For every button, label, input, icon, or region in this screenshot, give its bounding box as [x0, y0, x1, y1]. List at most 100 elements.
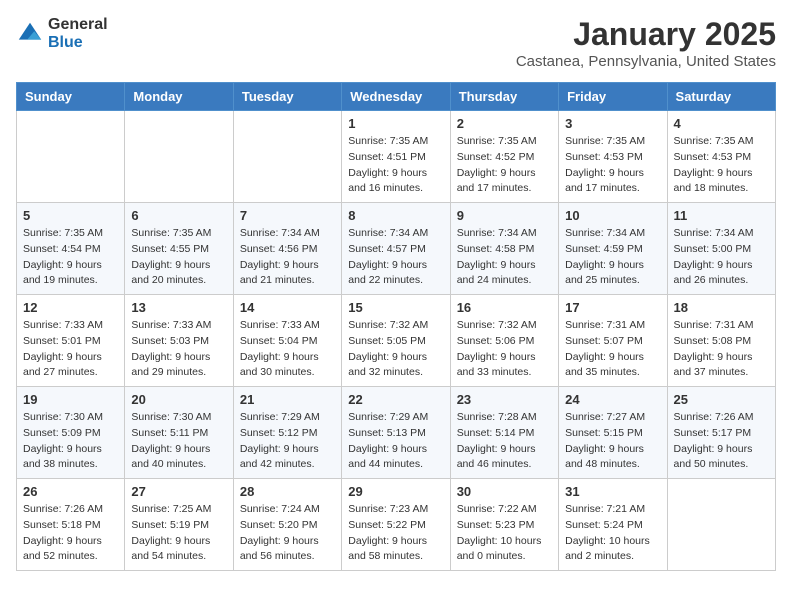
day-info: Sunrise: 7:34 AM Sunset: 4:56 PM Dayligh… — [240, 226, 335, 289]
column-header-friday: Friday — [559, 83, 667, 111]
calendar-week-row: 19 Sunrise: 7:30 AM Sunset: 5:09 PM Dayli… — [17, 387, 776, 479]
day-number: 4 — [674, 116, 769, 131]
day-number: 15 — [348, 300, 443, 315]
day-info: Sunrise: 7:28 AM Sunset: 5:14 PM Dayligh… — [457, 410, 552, 473]
calendar-cell: 27 Sunrise: 7:25 AM Sunset: 5:19 PM Dayli… — [125, 479, 233, 571]
calendar-cell: 11 Sunrise: 7:34 AM Sunset: 5:00 PM Dayli… — [667, 203, 775, 295]
day-number: 26 — [23, 484, 118, 499]
day-number: 8 — [348, 208, 443, 223]
day-number: 20 — [131, 392, 226, 407]
day-number: 14 — [240, 300, 335, 315]
page-header: General Blue January 2025 Castanea, Penn… — [16, 16, 776, 70]
calendar-cell: 8Sunrise: 7:34 AM Sunset: 4:57 PM Daylig… — [342, 203, 450, 295]
day-info: Sunrise: 7:24 AM Sunset: 5:20 PM Dayligh… — [240, 502, 335, 565]
day-number: 3 — [565, 116, 660, 131]
day-info: Sunrise: 7:29 AM Sunset: 5:13 PM Dayligh… — [348, 410, 443, 473]
day-info: Sunrise: 7:33 AM Sunset: 5:04 PM Dayligh… — [240, 318, 335, 381]
day-number: 6 — [131, 208, 226, 223]
day-info: Sunrise: 7:34 AM Sunset: 4:59 PM Dayligh… — [565, 226, 660, 289]
calendar-cell: 10Sunrise: 7:34 AM Sunset: 4:59 PM Dayli… — [559, 203, 667, 295]
calendar-cell: 23 Sunrise: 7:28 AM Sunset: 5:14 PM Dayli… — [450, 387, 558, 479]
day-info: Sunrise: 7:35 AM Sunset: 4:54 PM Dayligh… — [23, 226, 118, 289]
calendar-header-row: SundayMondayTuesdayWednesdayThursdayFrid… — [17, 83, 776, 111]
column-header-sunday: Sunday — [17, 83, 125, 111]
calendar-cell: 4 Sunrise: 7:35 AM Sunset: 4:53 PM Daylig… — [667, 111, 775, 203]
day-number: 16 — [457, 300, 552, 315]
day-info: Sunrise: 7:26 AM Sunset: 5:17 PM Dayligh… — [674, 410, 769, 473]
calendar-week-row: 26 Sunrise: 7:26 AM Sunset: 5:18 PM Dayli… — [17, 479, 776, 571]
day-info: Sunrise: 7:30 AM Sunset: 5:11 PM Dayligh… — [131, 410, 226, 473]
day-number: 13 — [131, 300, 226, 315]
logo: General Blue — [16, 16, 108, 51]
day-number: 18 — [674, 300, 769, 315]
day-info: Sunrise: 7:27 AM Sunset: 5:15 PM Dayligh… — [565, 410, 660, 473]
calendar-cell — [125, 111, 233, 203]
logo-text: General Blue — [48, 16, 108, 51]
calendar-cell: 20 Sunrise: 7:30 AM Sunset: 5:11 PM Dayli… — [125, 387, 233, 479]
day-number: 28 — [240, 484, 335, 499]
day-number: 27 — [131, 484, 226, 499]
calendar-cell: 12Sunrise: 7:33 AM Sunset: 5:01 PM Dayli… — [17, 295, 125, 387]
day-number: 22 — [348, 392, 443, 407]
day-number: 11 — [674, 208, 769, 223]
calendar-cell: 2Sunrise: 7:35 AM Sunset: 4:52 PM Daylig… — [450, 111, 558, 203]
day-info: Sunrise: 7:34 AM Sunset: 5:00 PM Dayligh… — [674, 226, 769, 289]
day-info: Sunrise: 7:30 AM Sunset: 5:09 PM Dayligh… — [23, 410, 118, 473]
column-header-thursday: Thursday — [450, 83, 558, 111]
calendar-cell: 29 Sunrise: 7:23 AM Sunset: 5:22 PM Dayli… — [342, 479, 450, 571]
day-number: 12 — [23, 300, 118, 315]
day-number: 5 — [23, 208, 118, 223]
logo-blue-text: Blue — [48, 34, 108, 52]
day-number: 21 — [240, 392, 335, 407]
day-info: Sunrise: 7:25 AM Sunset: 5:19 PM Dayligh… — [131, 502, 226, 565]
day-number: 9 — [457, 208, 552, 223]
day-info: Sunrise: 7:31 AM Sunset: 5:07 PM Dayligh… — [565, 318, 660, 381]
column-header-saturday: Saturday — [667, 83, 775, 111]
calendar-cell: 13 Sunrise: 7:33 AM Sunset: 5:03 PM Dayli… — [125, 295, 233, 387]
calendar-cell: 3Sunrise: 7:35 AM Sunset: 4:53 PM Daylig… — [559, 111, 667, 203]
day-number: 19 — [23, 392, 118, 407]
day-info: Sunrise: 7:22 AM Sunset: 5:23 PM Dayligh… — [457, 502, 552, 565]
calendar-cell: 18 Sunrise: 7:31 AM Sunset: 5:08 PM Dayli… — [667, 295, 775, 387]
calendar-cell: 5 Sunrise: 7:35 AM Sunset: 4:54 PM Daylig… — [17, 203, 125, 295]
title-area: January 2025 Castanea, Pennsylvania, Uni… — [516, 16, 776, 70]
column-header-tuesday: Tuesday — [233, 83, 341, 111]
month-title: January 2025 — [516, 16, 776, 53]
calendar-week-row: 1Sunrise: 7:35 AM Sunset: 4:51 PM Daylig… — [17, 111, 776, 203]
day-info: Sunrise: 7:32 AM Sunset: 5:06 PM Dayligh… — [457, 318, 552, 381]
column-header-wednesday: Wednesday — [342, 83, 450, 111]
calendar-cell: 31Sunrise: 7:21 AM Sunset: 5:24 PM Dayli… — [559, 479, 667, 571]
day-info: Sunrise: 7:35 AM Sunset: 4:55 PM Dayligh… — [131, 226, 226, 289]
day-info: Sunrise: 7:35 AM Sunset: 4:53 PM Dayligh… — [674, 134, 769, 197]
calendar-cell — [667, 479, 775, 571]
calendar-cell: 1Sunrise: 7:35 AM Sunset: 4:51 PM Daylig… — [342, 111, 450, 203]
day-info: Sunrise: 7:33 AM Sunset: 5:03 PM Dayligh… — [131, 318, 226, 381]
calendar-cell — [17, 111, 125, 203]
calendar-cell: 28 Sunrise: 7:24 AM Sunset: 5:20 PM Dayli… — [233, 479, 341, 571]
day-info: Sunrise: 7:34 AM Sunset: 4:58 PM Dayligh… — [457, 226, 552, 289]
day-number: 2 — [457, 116, 552, 131]
day-number: 7 — [240, 208, 335, 223]
calendar-cell: 14 Sunrise: 7:33 AM Sunset: 5:04 PM Dayli… — [233, 295, 341, 387]
day-info: Sunrise: 7:23 AM Sunset: 5:22 PM Dayligh… — [348, 502, 443, 565]
location-text: Castanea, Pennsylvania, United States — [516, 53, 776, 70]
day-info: Sunrise: 7:31 AM Sunset: 5:08 PM Dayligh… — [674, 318, 769, 381]
day-info: Sunrise: 7:26 AM Sunset: 5:18 PM Dayligh… — [23, 502, 118, 565]
logo-general-text: General — [48, 16, 108, 34]
calendar-cell: 30 Sunrise: 7:22 AM Sunset: 5:23 PM Dayli… — [450, 479, 558, 571]
calendar-cell: 22 Sunrise: 7:29 AM Sunset: 5:13 PM Dayli… — [342, 387, 450, 479]
day-info: Sunrise: 7:32 AM Sunset: 5:05 PM Dayligh… — [348, 318, 443, 381]
day-number: 23 — [457, 392, 552, 407]
calendar-cell — [233, 111, 341, 203]
day-number: 1 — [348, 116, 443, 131]
calendar-cell: 17 Sunrise: 7:31 AM Sunset: 5:07 PM Dayli… — [559, 295, 667, 387]
day-number: 24 — [565, 392, 660, 407]
calendar-cell: 21 Sunrise: 7:29 AM Sunset: 5:12 PM Dayli… — [233, 387, 341, 479]
calendar-week-row: 12Sunrise: 7:33 AM Sunset: 5:01 PM Dayli… — [17, 295, 776, 387]
day-number: 17 — [565, 300, 660, 315]
calendar-cell: 24 Sunrise: 7:27 AM Sunset: 5:15 PM Dayli… — [559, 387, 667, 479]
day-info: Sunrise: 7:29 AM Sunset: 5:12 PM Dayligh… — [240, 410, 335, 473]
day-number: 29 — [348, 484, 443, 499]
day-number: 30 — [457, 484, 552, 499]
column-header-monday: Monday — [125, 83, 233, 111]
